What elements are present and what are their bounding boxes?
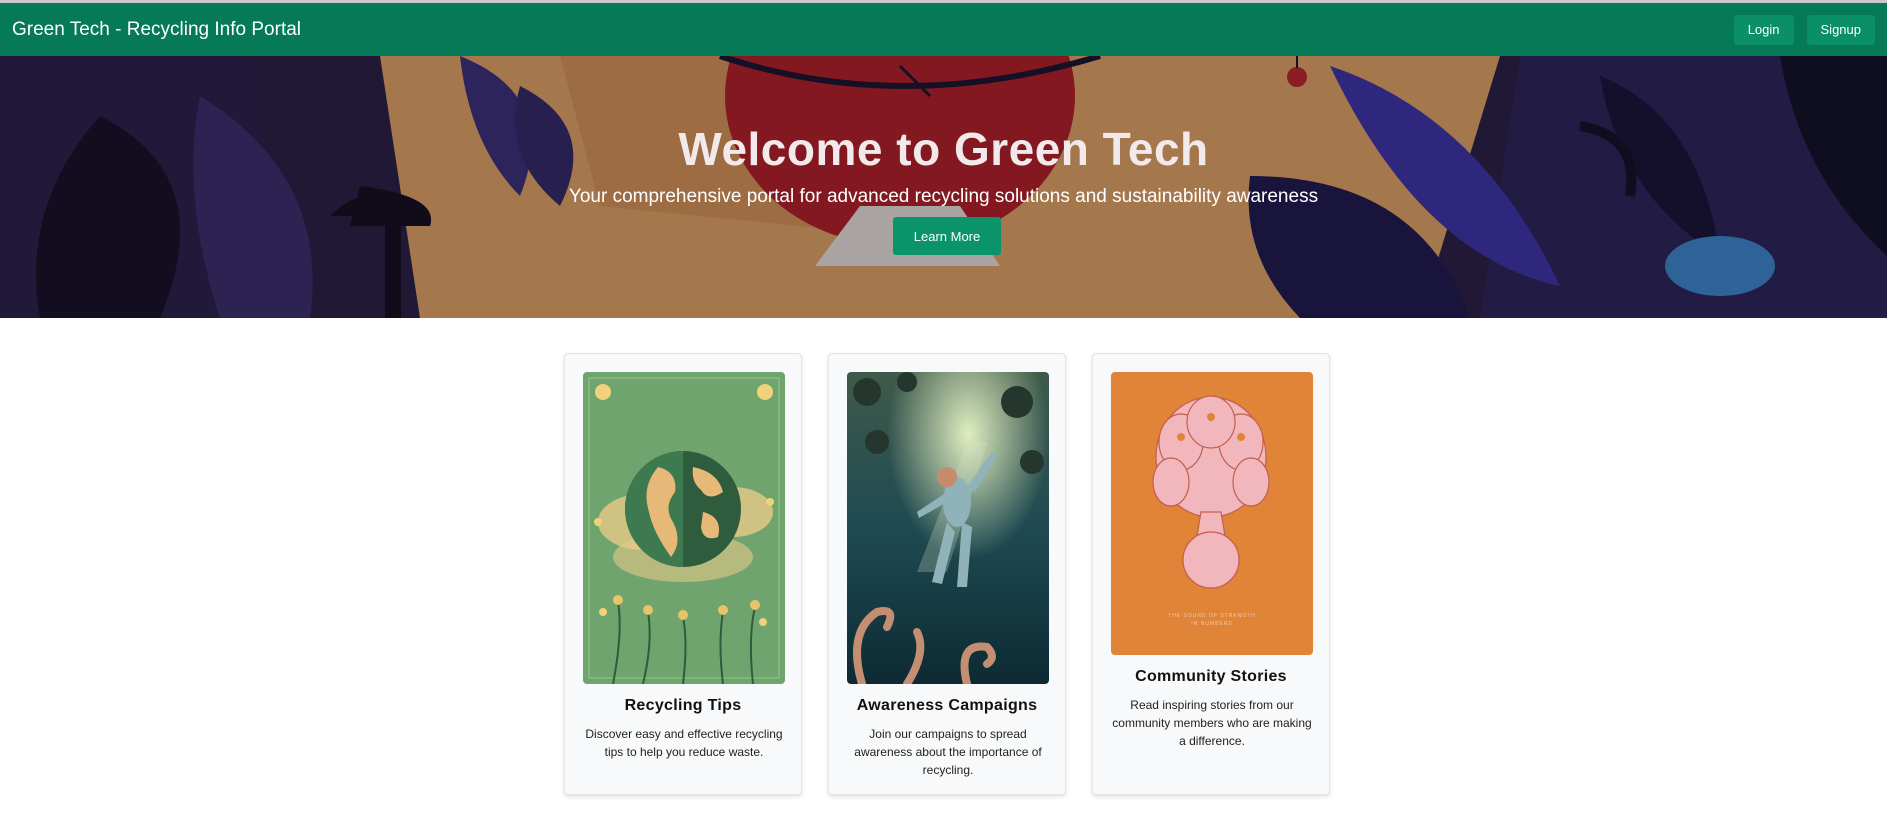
poster-caption: THE SOUND OF STRENGTH — [1168, 613, 1256, 619]
hero-banner: Welcome to Green Tech Your comprehensive… — [0, 56, 1887, 318]
signup-button[interactable]: Signup — [1806, 14, 1875, 45]
card-description: Discover easy and effective recycling ti… — [585, 727, 783, 759]
card-title: Awareness Campaigns — [856, 697, 1038, 714]
card-title: Community Stories — [1135, 668, 1287, 685]
globe-illustration-icon — [583, 372, 785, 684]
learn-more-button[interactable]: Learn More — [893, 217, 1001, 255]
site-brand[interactable]: Green Tech - Recycling Info Portal — [12, 19, 301, 41]
nav-actions: Login Signup — [1733, 14, 1875, 45]
navbar: Green Tech - Recycling Info Portal Login… — [0, 3, 1887, 56]
card-community-stories[interactable]: THE SOUND OF STRENGTH IN NUMBERS Communi… — [1092, 353, 1330, 795]
card-awareness-campaigns[interactable]: Awareness Campaigns Join our campaigns t… — [828, 353, 1066, 795]
community-tree-illustration-icon: THE SOUND OF STRENGTH IN NUMBERS — [1111, 372, 1313, 655]
hero-subtitle: Your comprehensive portal for advanced r… — [568, 186, 1319, 207]
diver-illustration-icon — [847, 372, 1049, 684]
card-recycling-tips[interactable]: Recycling Tips Discover easy and effecti… — [564, 353, 802, 795]
hero-title: Welcome to Green Tech — [678, 123, 1209, 175]
card-title: Recycling Tips — [624, 697, 742, 714]
card-description: Join our campaigns to spread awareness a… — [854, 727, 1042, 777]
login-button[interactable]: Login — [1733, 14, 1794, 45]
svg-text:IN NUMBERS: IN NUMBERS — [1191, 621, 1232, 627]
card-description: Read inspiring stories from our communit… — [1112, 698, 1312, 748]
